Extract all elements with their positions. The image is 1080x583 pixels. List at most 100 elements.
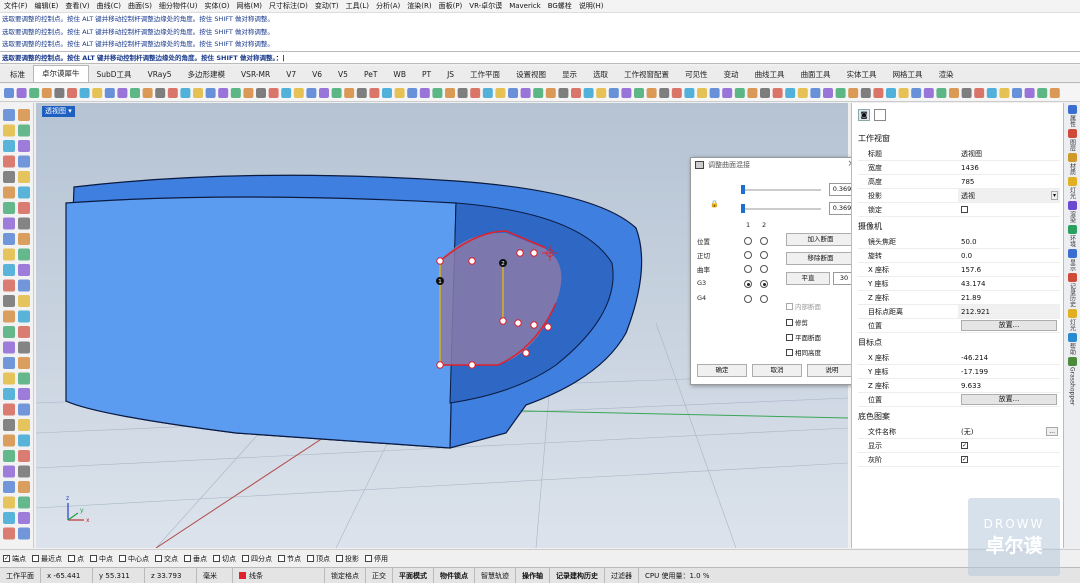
show-checkbox[interactable]: ✓ [961,442,968,450]
toolbar-tool-icon[interactable] [1012,88,1022,98]
menu-item-11[interactable]: 分析(A) [376,1,400,11]
tab-10[interactable]: WB [385,67,414,82]
toolbar-tool-icon[interactable] [92,88,103,98]
toolbar-tool-icon[interactable] [205,88,216,98]
left-tool-icon[interactable] [18,465,30,478]
left-tool-icon[interactable] [3,124,15,137]
toolbar-tool-icon[interactable] [608,88,619,98]
left-tool-icon[interactable] [18,403,30,416]
left-tool-icon[interactable] [3,109,15,121]
toolbar-tool-icon[interactable] [911,88,922,98]
left-tool-icon[interactable] [18,372,30,385]
radio-g3-2[interactable] [760,280,768,288]
toolbar-tool-icon[interactable] [193,88,203,98]
snap-10[interactable]: 顶点 [307,554,330,564]
toolbar-tool-icon[interactable] [117,88,128,98]
toolbar-tool-icon[interactable] [898,88,909,98]
snap-0[interactable]: ✓ 端点 [3,554,26,564]
toolbar-tool-icon[interactable] [621,88,632,98]
toolbar-tool-icon[interactable] [319,88,329,98]
menu-item-0[interactable]: 文件(F) [4,1,28,11]
menu-item-13[interactable]: 面板(P) [439,1,463,11]
tab-5[interactable]: VSR-MR [233,67,278,82]
status-grid-snap[interactable]: 锁定格点 [325,568,366,583]
same-height-checkbox[interactable]: 相同高度 [786,347,821,357]
menu-item-9[interactable]: 变动(T) [315,1,339,11]
tab-1[interactable]: 卓尔谟犀牛 [33,65,89,82]
toolbar-tool-icon[interactable] [999,88,1010,98]
slider-2-thumb[interactable] [741,204,745,213]
chevron-down-icon[interactable]: ▾ [1050,191,1058,201]
toolbar-tool-icon[interactable] [823,88,833,98]
left-tool-icon[interactable] [3,202,15,214]
menu-item-14[interactable]: VR-卓尔谟 [469,1,502,11]
toolbar-tool-icon[interactable] [369,88,380,98]
left-tool-icon[interactable] [3,388,15,400]
menu-item-17[interactable]: 说明(H) [579,1,604,11]
toolbar-tool-icon[interactable] [482,88,493,98]
left-tool-icon[interactable] [18,326,30,338]
tab-9[interactable]: PeT [356,67,385,82]
left-tool-icon[interactable] [18,124,30,137]
tab-18[interactable]: 可见性 [677,67,716,82]
toolbar-tool-icon[interactable] [142,88,153,98]
menu-item-15[interactable]: Maverick [509,2,541,10]
toolbar-tool-icon[interactable] [4,88,14,98]
toolbar-tool-icon[interactable] [394,88,405,98]
tab-19[interactable]: 变动 [716,67,747,82]
side-tab-0[interactable]: 属性 [1064,105,1080,127]
side-tab-8[interactable]: 灯光 [1064,309,1080,331]
radio-g4-2[interactable] [760,295,768,303]
radio-position-2[interactable] [760,237,768,245]
left-tool-icon[interactable] [18,171,30,183]
toolbar-tool-icon[interactable] [697,88,707,98]
side-tab-6[interactable]: 显示 [1064,249,1080,271]
toolbar-tool-icon[interactable] [331,88,342,98]
status-filter[interactable]: 过滤器 [605,568,639,583]
toolbar-tool-icon[interactable] [104,88,115,98]
left-tool-icon[interactable] [18,388,30,400]
toolbar-tool-icon[interactable] [772,88,783,98]
target-place-button[interactable]: 放置... [961,394,1057,406]
cancel-button[interactable]: 取消 [752,364,802,377]
left-tool-icon[interactable] [18,248,30,261]
left-tool-icon[interactable] [3,186,15,199]
menu-item-5[interactable]: 细分物件(U) [159,1,198,11]
tab-16[interactable]: 选取 [585,67,616,82]
menu-item-3[interactable]: 曲线(C) [97,1,121,11]
browse-button[interactable]: ... [1046,427,1058,437]
left-tool-icon[interactable] [18,496,30,509]
toolbar-tool-icon[interactable] [986,88,997,98]
toolbar-tool-icon[interactable] [41,88,52,98]
menu-item-8[interactable]: 尺寸标注(D) [269,1,308,11]
left-tool-icon[interactable] [18,295,30,307]
radio-g3-1[interactable] [744,280,752,288]
snap-checkbox[interactable] [155,555,162,562]
grayscale-checkbox[interactable]: ✓ [961,456,968,464]
tab-7[interactable]: V6 [304,67,330,82]
toolbar-tool-icon[interactable] [949,88,959,98]
snap-checkbox[interactable] [242,555,249,562]
side-tab-4[interactable]: 渲染 [1064,201,1080,223]
snap-8[interactable]: 四分点 [242,554,272,564]
tab-2[interactable]: SubD工具 [89,67,140,82]
snap-1[interactable]: 最近点 [32,554,62,564]
menu-item-10[interactable]: 工具(L) [346,1,369,11]
left-tool-icon[interactable] [18,186,30,199]
snap-9[interactable]: 节点 [278,554,301,564]
left-tool-icon[interactable] [3,512,15,524]
snap-checkbox[interactable] [336,555,343,562]
status-planar[interactable]: 平面模式 [393,568,434,583]
left-tool-icon[interactable] [3,140,15,152]
tab-14[interactable]: 设置视图 [508,67,554,82]
slider-2-track[interactable] [741,208,821,210]
left-tool-icon[interactable] [18,450,30,462]
toolbar-tool-icon[interactable] [936,88,947,98]
left-tool-icon[interactable] [3,496,15,509]
side-tab-2[interactable]: 材质 [1064,153,1080,175]
snap-7[interactable]: 切点 [213,554,236,564]
toolbar-tool-icon[interactable] [709,88,720,98]
toolbar-tool-icon[interactable] [130,88,140,98]
side-tab-9[interactable]: 帮助 [1064,333,1080,355]
left-tool-icon[interactable] [3,295,15,307]
